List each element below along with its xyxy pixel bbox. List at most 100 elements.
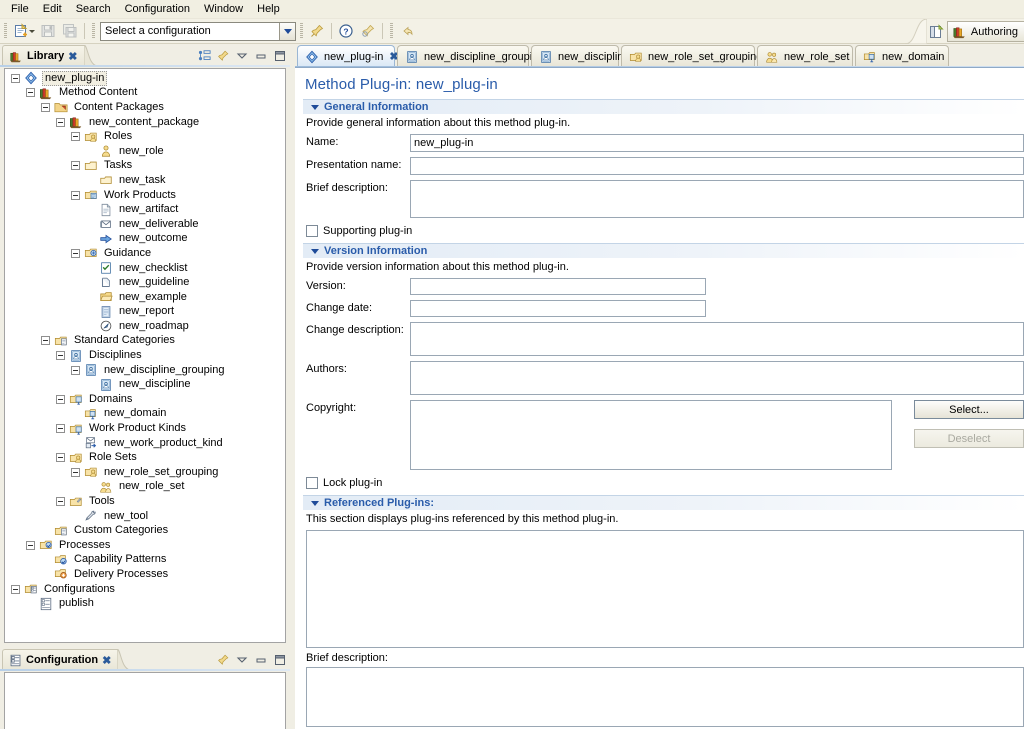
tree-item[interactable]: Guidance (5, 246, 285, 261)
configuration-combo[interactable]: Select a configuration (100, 21, 296, 41)
new-button[interactable] (10, 21, 32, 42)
tree-collapse-icon[interactable] (56, 351, 65, 361)
search-help-button[interactable] (357, 21, 379, 42)
open-perspective-button[interactable] (925, 21, 947, 42)
navigate-back-button[interactable] (396, 21, 418, 42)
tree-collapse-icon[interactable] (71, 467, 80, 477)
tree-collapse-icon[interactable] (71, 248, 80, 258)
tree-item[interactable]: Roles (5, 129, 285, 144)
tree-item[interactable]: new_checklist (5, 261, 285, 276)
deselect-button[interactable]: Deselect (914, 429, 1024, 448)
tree-collapse-icon[interactable] (41, 336, 50, 346)
tree-item[interactable]: new_domain (5, 407, 285, 422)
editor-tab[interactable]: new_role_set_grouping (621, 45, 762, 67)
referenced-plugins-section-header[interactable]: Referenced Plug-ins: (303, 495, 1024, 510)
tree-collapse-icon[interactable] (56, 424, 65, 434)
tree-collapse-icon[interactable] (71, 132, 80, 142)
tree-item[interactable]: new_artifact (5, 202, 285, 217)
editor-tab[interactable]: new_discipline_grouping (397, 45, 544, 67)
tree-item[interactable]: Role Sets (5, 450, 285, 465)
pin-button[interactable] (306, 21, 328, 42)
copyright-input[interactable] (410, 400, 892, 470)
library-tree[interactable]: new_plug-in Method Content Content Package… (5, 69, 285, 642)
section-expanded-triangle-icon[interactable] (311, 104, 319, 110)
general-information-section-header[interactable]: General Information (303, 99, 1024, 114)
tree-item[interactable]: new_report (5, 305, 285, 320)
toolbar-grip[interactable] (4, 23, 7, 39)
tree-item[interactable]: new_role_set (5, 480, 285, 495)
toolbar-grip-3[interactable] (300, 23, 303, 39)
select-button[interactable]: Select... (914, 400, 1024, 419)
menu-edit[interactable]: Edit (36, 1, 69, 18)
perspective-tab-authoring[interactable]: Authoring (946, 21, 1024, 42)
tree-collapse-icon[interactable] (26, 540, 35, 550)
referenced-brief-description-input[interactable] (306, 667, 1024, 727)
tree-item[interactable]: new_example (5, 290, 285, 305)
tree-item[interactable]: Content Packages (5, 100, 285, 115)
tree-item[interactable]: new_guideline (5, 275, 285, 290)
tree-collapse-icon[interactable] (56, 453, 65, 463)
library-view-tab[interactable]: Library ✖ (2, 45, 84, 66)
lock-plugin-row[interactable]: Lock plug-in (295, 473, 1024, 495)
tree-collapse-icon[interactable] (26, 88, 35, 98)
config-view-menu-button[interactable] (234, 652, 250, 668)
change-description-input[interactable] (410, 322, 1024, 356)
config-link-with-editor-button[interactable] (215, 652, 231, 668)
help-button[interactable]: ? (335, 21, 357, 42)
config-minimize-button[interactable] (253, 652, 269, 668)
library-view-close-icon[interactable]: ✖ (68, 50, 77, 63)
name-input[interactable]: new_plug-in (410, 134, 1024, 152)
tree-item[interactable]: Tools (5, 494, 285, 509)
supporting-plugin-checkbox[interactable] (306, 225, 318, 237)
library-tree-container[interactable]: new_plug-in Method Content Content Package… (4, 68, 286, 643)
tree-item[interactable]: Work Product Kinds (5, 421, 285, 436)
tree-item[interactable]: new_deliverable (5, 217, 285, 232)
tree-collapse-icon[interactable] (56, 394, 65, 404)
change-date-input[interactable] (410, 300, 706, 317)
tree-collapse-icon[interactable] (11, 73, 20, 83)
collapse-all-button[interactable] (196, 48, 212, 64)
supporting-plugin-row[interactable]: Supporting plug-in (295, 223, 1024, 243)
tree-collapse-icon[interactable] (41, 102, 50, 112)
editor-tab[interactable]: new_discipline (531, 45, 630, 67)
lock-plugin-checkbox[interactable] (306, 477, 318, 489)
tree-item[interactable]: publish (5, 596, 285, 611)
tree-collapse-icon[interactable] (71, 365, 80, 375)
tree-item[interactable]: new_content_package (5, 115, 285, 130)
tree-item[interactable]: Processes (5, 538, 285, 553)
toolbar-grip-2[interactable] (92, 23, 95, 39)
editor-tab[interactable]: new_role_set (757, 45, 853, 67)
presentation-name-input[interactable] (410, 157, 1024, 175)
section-expanded-triangle-icon[interactable] (311, 500, 319, 506)
referenced-plugins-list[interactable] (306, 530, 1024, 648)
tree-collapse-icon[interactable] (71, 161, 80, 171)
configuration-view-tab[interactable]: Configuration ✖ (2, 649, 118, 670)
tree-collapse-icon[interactable] (71, 190, 80, 200)
toolbar-grip-4[interactable] (390, 23, 393, 39)
tree-item[interactable]: Disciplines (5, 348, 285, 363)
configuration-combo-arrow[interactable] (279, 22, 295, 40)
tree-item[interactable]: Custom Categories (5, 523, 285, 538)
brief-description-input[interactable] (410, 180, 1024, 218)
tree-item[interactable]: Domains (5, 392, 285, 407)
menu-window[interactable]: Window (197, 1, 250, 18)
config-maximize-button[interactable] (272, 652, 288, 668)
menu-help[interactable]: Help (250, 1, 287, 18)
tree-collapse-icon[interactable] (56, 497, 65, 507)
maximize-button[interactable] (272, 48, 288, 64)
menu-configuration[interactable]: Configuration (118, 1, 197, 18)
authors-input[interactable] (410, 361, 1024, 395)
tree-collapse-icon[interactable] (11, 584, 20, 594)
menu-search[interactable]: Search (69, 1, 118, 18)
editor-tab[interactable]: new_plug-in ✖ (297, 45, 399, 67)
menu-file[interactable]: File (4, 1, 36, 18)
tree-collapse-icon[interactable] (56, 117, 65, 127)
version-information-section-header[interactable]: Version Information (303, 243, 1024, 258)
configuration-view-close-icon[interactable]: ✖ (102, 654, 111, 667)
tree-item[interactable]: Tasks (5, 159, 285, 174)
tree-item[interactable]: new_work_product_kind (5, 436, 285, 451)
view-menu-button[interactable] (234, 48, 250, 64)
tree-item[interactable]: Work Products (5, 188, 285, 203)
save-button[interactable] (37, 21, 59, 42)
tree-item[interactable]: Delivery Processes (5, 567, 285, 582)
